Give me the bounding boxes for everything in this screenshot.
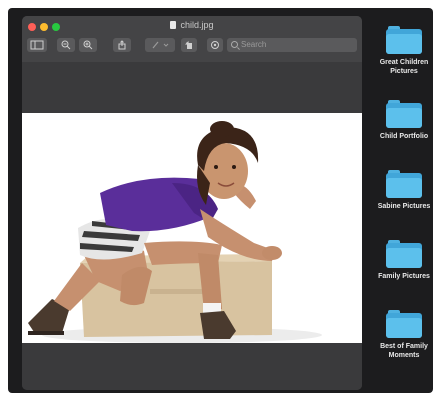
folder-sabine-pictures[interactable]: Sabine Pictures [370, 170, 438, 211]
folder-label: Sabine Pictures [377, 203, 431, 210]
zoom-in-button[interactable] [79, 38, 97, 52]
folder-icon [386, 26, 422, 54]
folder-child-portfolio[interactable]: Child Portfolio [370, 100, 438, 141]
zoom-in-icon [83, 40, 93, 50]
annotate-button[interactable] [207, 38, 223, 52]
share-icon [118, 40, 126, 50]
rotate-icon [185, 41, 192, 49]
share-button[interactable] [113, 38, 131, 52]
titlebar: child.jpg Search [22, 16, 362, 62]
search-field[interactable]: Search [227, 38, 357, 52]
preview-window: child.jpg Search [22, 16, 362, 390]
annotate-icon [211, 41, 219, 49]
folder-label: Family Pictures [378, 273, 430, 280]
folder-label: Best of Family Moments [380, 343, 428, 359]
zoom-out-button[interactable] [57, 38, 75, 52]
folder-icon [386, 100, 422, 128]
search-placeholder: Search [241, 40, 267, 49]
image-canvas[interactable] [22, 113, 362, 343]
photo-child-on-box [28, 121, 322, 343]
zoom-out-icon [61, 40, 71, 50]
toolbar: Search [27, 38, 357, 52]
folder-label: Child Portfolio [379, 133, 429, 140]
sidebar-icon [30, 40, 44, 50]
window-title-text: child.jpg [180, 20, 214, 30]
folder-label: Great Children Pictures [379, 59, 429, 75]
document-icon [170, 21, 177, 29]
markup-icon [152, 41, 169, 49]
folder-icon [386, 240, 422, 268]
search-icon [231, 41, 238, 48]
folder-icon [386, 310, 422, 338]
markup-button[interactable] [145, 38, 175, 52]
rotate-button[interactable] [181, 38, 197, 52]
sidebar-toggle-button[interactable] [27, 38, 47, 52]
folder-family-pictures[interactable]: Family Pictures [370, 240, 438, 281]
folder-icon [386, 170, 422, 198]
canvas-footer [22, 343, 362, 390]
folder-best-of-family-moments[interactable]: Best of Family Moments [370, 310, 438, 360]
window-title: child.jpg [22, 20, 362, 30]
folder-great-children-pictures[interactable]: Great Children Pictures [370, 26, 438, 76]
desktop: child.jpg Search Great Children Pictures… [8, 8, 433, 393]
